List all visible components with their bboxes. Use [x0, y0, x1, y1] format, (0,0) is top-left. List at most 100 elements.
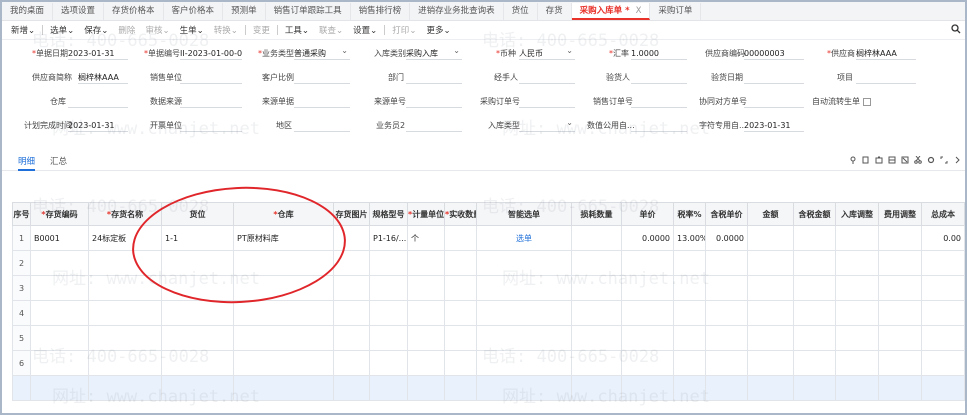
table-cell[interactable]	[878, 275, 922, 301]
table-cell[interactable]	[705, 300, 748, 326]
table-cell[interactable]	[161, 375, 234, 401]
table-cell[interactable]	[921, 350, 965, 376]
table-cell[interactable]	[30, 350, 89, 376]
table-row[interactable]: 4	[12, 300, 965, 326]
table-cell[interactable]	[621, 300, 674, 326]
table-cell[interactable]	[921, 325, 965, 351]
copy-icon[interactable]	[862, 156, 870, 164]
column-header[interactable]: *存货名称	[88, 202, 162, 226]
gear-icon[interactable]	[927, 156, 935, 164]
tools-button[interactable]: 工具⌄	[280, 24, 314, 36]
table-cell[interactable]: 0.0000	[621, 225, 674, 251]
column-header[interactable]: 费用调整	[878, 202, 922, 226]
transfer-button[interactable]: 转换⌄	[209, 24, 243, 36]
column-header[interactable]: 序号	[12, 202, 31, 226]
data-source-field[interactable]	[180, 96, 242, 108]
table-cell[interactable]	[747, 300, 794, 326]
table-cell[interactable]	[369, 350, 408, 376]
sales-unit-field[interactable]	[180, 72, 242, 84]
table-cell[interactable]	[673, 300, 706, 326]
table-cell[interactable]	[793, 375, 836, 401]
table-cell[interactable]	[369, 375, 408, 401]
generate-button[interactable]: 生单⌄	[175, 24, 209, 36]
tab-inventory[interactable]: 存货	[538, 3, 572, 20]
close-icon[interactable]: X	[636, 6, 642, 16]
common-field[interactable]	[631, 120, 687, 132]
column-header[interactable]: 存货图片	[333, 202, 370, 226]
table-cell[interactable]	[571, 375, 622, 401]
table-row[interactable]: 3	[12, 275, 965, 301]
table-cell[interactable]	[835, 350, 879, 376]
column-header[interactable]: 损耗数量	[571, 202, 622, 226]
table-cell[interactable]	[30, 250, 89, 276]
handler-field[interactable]	[519, 72, 575, 84]
table-cell[interactable]	[673, 325, 706, 351]
table-cell[interactable]	[878, 350, 922, 376]
tab-sales-ranking[interactable]: 销售排行榜	[351, 3, 411, 20]
table-row[interactable]: 6	[12, 350, 965, 376]
column-header[interactable]: *存货编码	[30, 202, 89, 226]
so-no-field[interactable]	[631, 96, 687, 108]
table-cell[interactable]: B0001	[30, 225, 89, 251]
table-cell[interactable]	[88, 275, 162, 301]
table-cell[interactable]	[444, 275, 477, 301]
column-header[interactable]: *实收数量	[444, 202, 477, 226]
table-cell[interactable]	[835, 275, 879, 301]
auto-flow-checkbox[interactable]	[862, 97, 871, 106]
table-cell[interactable]: 1-1	[161, 225, 234, 251]
table-cell[interactable]	[30, 375, 89, 401]
table-cell[interactable]	[444, 325, 477, 351]
table-cell[interactable]	[621, 275, 674, 301]
table-cell[interactable]	[333, 275, 370, 301]
smart-select-link[interactable]	[476, 350, 572, 376]
table-cell[interactable]	[333, 375, 370, 401]
char-field[interactable]: 2023-01-31	[744, 120, 804, 132]
new-button[interactable]: 新增⌄	[6, 24, 40, 36]
column-header[interactable]: 规格型号	[369, 202, 408, 226]
table-row[interactable]: 2	[12, 250, 965, 276]
tab-customer-price[interactable]: 客户价格本	[164, 3, 224, 20]
table-cell[interactable]	[835, 300, 879, 326]
delete-button[interactable]: 删除	[113, 24, 140, 36]
table-cell[interactable]	[444, 250, 477, 276]
table-cell[interactable]	[835, 250, 879, 276]
table-cell[interactable]	[793, 275, 836, 301]
checker-field[interactable]	[631, 72, 687, 84]
source-no-field[interactable]	[406, 96, 462, 108]
table-cell[interactable]	[233, 325, 334, 351]
table-cell[interactable]	[747, 375, 794, 401]
table-cell[interactable]	[621, 250, 674, 276]
partner-no-field[interactable]	[744, 96, 804, 108]
doc-no-field[interactable]: II-2023-01-00-0...	[180, 48, 242, 60]
table-cell[interactable]	[161, 350, 234, 376]
column-header[interactable]: 单价	[621, 202, 674, 226]
column-header[interactable]: 总成本	[921, 202, 965, 226]
in-type-select[interactable]: 采购入库	[406, 45, 462, 60]
column-header[interactable]: 货位	[161, 202, 234, 226]
table-cell[interactable]	[747, 275, 794, 301]
table-cell[interactable]: 0.00	[921, 225, 965, 251]
table-cell[interactable]	[233, 375, 334, 401]
table-cell[interactable]	[571, 275, 622, 301]
table-cell[interactable]: 13.00%	[673, 225, 706, 251]
table-cell[interactable]	[921, 250, 965, 276]
table-cell[interactable]	[333, 350, 370, 376]
table-cell[interactable]	[233, 350, 334, 376]
column-header[interactable]: *计量单位	[407, 202, 445, 226]
column-header[interactable]: 税率%	[673, 202, 706, 226]
save-button[interactable]: 保存⌄	[79, 24, 113, 36]
region-field[interactable]	[294, 120, 350, 132]
invoice-unit-field[interactable]	[180, 120, 242, 132]
currency-select[interactable]: 人民币	[519, 45, 575, 60]
table-cell[interactable]	[407, 350, 445, 376]
table-cell[interactable]	[835, 225, 879, 251]
customer-ratio-field[interactable]	[294, 72, 350, 84]
table-cell[interactable]	[793, 350, 836, 376]
smart-select-link[interactable]	[476, 325, 572, 351]
table-cell[interactable]	[407, 275, 445, 301]
tab-summary[interactable]: 汇总	[50, 155, 67, 167]
table-cell[interactable]	[673, 350, 706, 376]
table-cell[interactable]	[705, 250, 748, 276]
check-date-field[interactable]	[744, 72, 804, 84]
smart-select-link[interactable]	[476, 300, 572, 326]
